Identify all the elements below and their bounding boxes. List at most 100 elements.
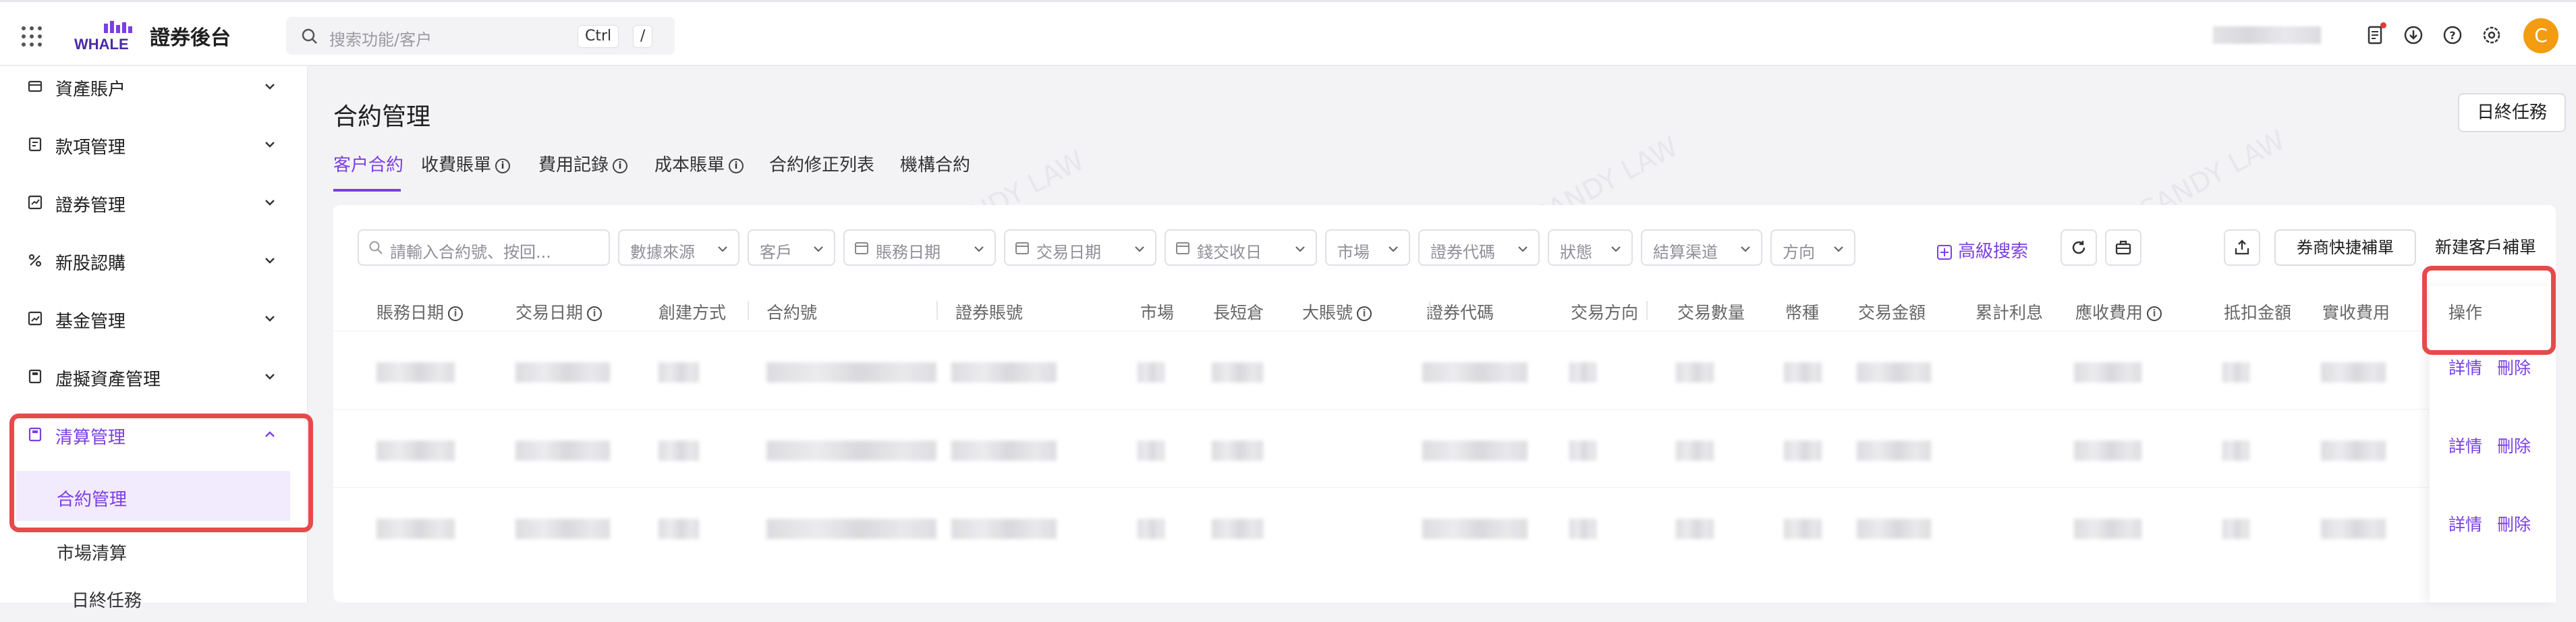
filter-label: 交易日期 [1036,243,1101,262]
toolbox-button[interactable] [2105,229,2141,266]
sidebar-item-label: 新股認購 [55,254,126,274]
receipt-icon [28,137,42,152]
col-trade-direction: 交易方向 [1571,303,1639,322]
broker-quick-supplement-button[interactable]: 券商快捷補單 [2274,229,2416,266]
info-icon: i [1357,306,1372,321]
delete-link[interactable]: 刪除 [2497,433,2531,457]
filter-label: 錢交收日 [1197,243,1262,262]
col-master-account[interactable]: 大賬號 i [1302,300,1372,324]
sidebar-item-label: 虛擬資產管理 [55,370,161,390]
cell-blurred [1569,441,1596,461]
detail-link[interactable]: 詳情 [2448,355,2482,379]
table-row[interactable] [333,487,2556,565]
market-select[interactable]: 市場 [1325,229,1410,266]
refresh-button[interactable] [2061,229,2097,266]
delete-link[interactable]: 刪除 [2497,355,2531,379]
app-grid-icon[interactable] [22,26,42,47]
data-source-select[interactable]: 數據來源 [618,229,739,266]
col-security-code: 證券代碼 [1426,303,1494,322]
export-icon [2235,239,2249,255]
cell-blurred [1857,441,1931,461]
chevron-down-icon [814,246,823,252]
filter-label: 方向 [1783,243,1815,262]
chevron-down-icon [265,142,275,148]
advanced-search-link[interactable]: 高級搜索 [1936,237,2028,262]
delete-link[interactable]: 刪除 [2497,511,2531,536]
cell-blurred [1676,362,1714,383]
table-row[interactable] [333,409,2556,487]
contract-search-input[interactable]: 請輸入合約號、按回... [358,229,610,266]
info-icon: i [495,158,511,173]
export-button[interactable] [2224,229,2260,266]
sidebar-subitem-eod-tasks[interactable]: 日終任務 [16,572,290,622]
tab-client-contracts[interactable]: 客户合約 [333,151,403,176]
filter-label: 客戶 [760,243,792,262]
cell-blurred [515,362,610,383]
chevron-down-icon [1135,246,1144,252]
sidebar-item-ipo[interactable]: 新股認購 [0,240,308,281]
cell-blurred [659,441,699,461]
refresh-icon [2072,241,2085,254]
info-icon: i [2147,306,2162,321]
active-tab-indicator [333,189,401,192]
page-title: 合約管理 [333,103,431,131]
detail-link[interactable]: 詳情 [2448,433,2482,457]
cell-blurred [1422,362,1528,383]
cell-blurred [2222,441,2249,461]
sidebar: 資產賬户 款項管理 證券管理 新股認購 基金管理 虛擬資產管理 清算管理 合約管… [0,66,313,611]
col-trade-date[interactable]: 交易日期 i [515,300,603,324]
settle-date-picker[interactable]: 錢交收日 [1165,229,1317,266]
col-receivable-fee[interactable]: 應收費用 i [2075,300,2162,324]
cell-blurred [766,519,936,539]
plus-square-icon [1937,244,1952,260]
settle-channel-select[interactable]: 結算渠道 [1641,229,1762,266]
tab-fee-records[interactable]: 費用記錄 i [538,151,628,176]
sidebar-item-funds[interactable]: 款項管理 [0,124,308,165]
filter-label: 賬務日期 [876,243,941,262]
chevron-down-icon [265,258,275,264]
info-icon: i [587,306,603,321]
detail-link[interactable]: 詳情 [2448,511,2482,536]
search-icon [369,241,383,254]
trade-date-picker[interactable]: 交易日期 [1004,229,1156,266]
cell-blurred [1422,519,1528,539]
user-name-blurred [2213,26,2321,44]
sidebar-item-fund-management[interactable]: 基金管理 [0,298,308,339]
client-select[interactable]: 客戶 [748,229,835,266]
table-row[interactable] [333,331,2556,409]
percent-icon [28,254,42,267]
cell-blurred [659,519,699,539]
sidebar-item-virtual-assets[interactable]: 虛擬資產管理 [0,356,308,397]
direction-select[interactable]: 方向 [1770,229,1855,266]
global-search[interactable]: 搜索功能/客户 Ctrl / [286,17,675,55]
account-date-picker[interactable]: 賬務日期 [843,229,996,266]
download-icon[interactable] [2403,25,2424,45]
cell-blurred [951,441,1057,461]
tab-institution-contracts[interactable]: 機構合約 [900,151,970,176]
info-icon: i [613,158,628,173]
cell-blurred [659,362,699,383]
contracts-card: 請輸入合約號、按回... 數據來源 客戶 賬務日期 交易日期 錢交收日 市場 證… [333,205,2556,602]
cell-blurred [766,362,936,383]
ctrl-key: Ctrl [578,25,619,48]
sidebar-item-assets[interactable]: 資產賬户 [0,66,308,107]
tab-cost-billing[interactable]: 成本賬單 i [654,151,744,176]
wallet-icon [28,80,43,92]
security-code-select[interactable]: 證券代碼 [1418,229,1540,266]
sidebar-item-securities[interactable]: 證券管理 [0,182,308,223]
status-select[interactable]: 狀態 [1548,229,1633,266]
notification-dot [2380,22,2386,28]
tab-contract-corrections[interactable]: 合約修正列表 [769,151,874,176]
col-account-date[interactable]: 賬務日期 i [376,300,464,324]
help-icon[interactable]: ? [2442,25,2463,45]
new-client-supplement-button[interactable]: 新建客戶補單 [2425,229,2546,266]
tab-billing[interactable]: 收費賬單 i [421,151,511,176]
settings-icon[interactable] [2482,25,2502,45]
col-currency: 幣種 [1785,303,1820,322]
end-of-day-task-button[interactable]: 日終任務 [2458,93,2566,132]
chevron-down-icon [1389,246,1398,252]
cell-blurred [2321,362,2386,383]
sidebar-subitem-market-clearing[interactable]: 市場清算 [16,525,290,575]
user-avatar[interactable]: C [2523,18,2558,53]
chevron-down-icon [265,374,275,380]
